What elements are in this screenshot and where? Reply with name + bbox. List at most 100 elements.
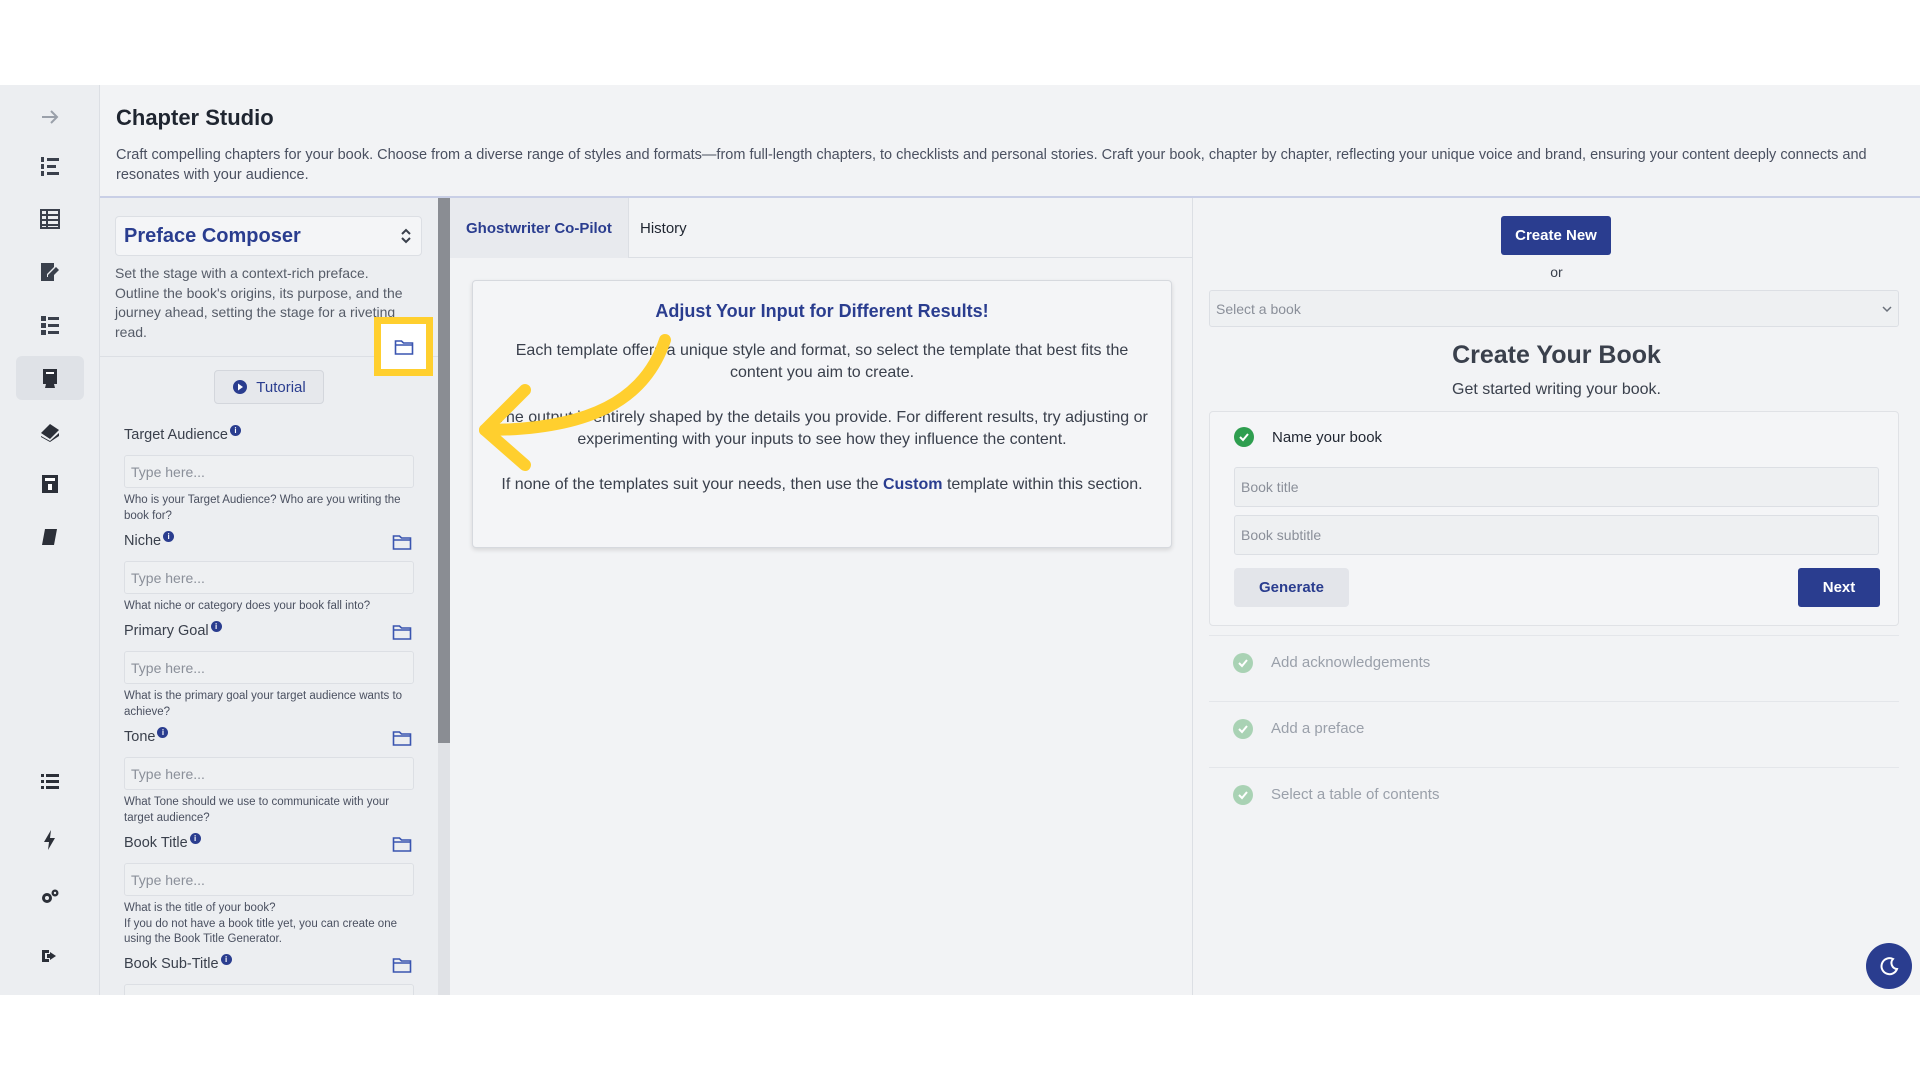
tutorial-highlight [374,317,433,376]
arrow-right-icon[interactable] [16,95,84,139]
sign-out-icon[interactable] [16,934,84,978]
book-subtitle-input[interactable] [124,984,414,995]
folder-icon[interactable] [394,338,414,356]
step-preface[interactable]: Add a preface [1209,701,1899,755]
tab-history[interactable]: History [624,198,703,258]
info-icon[interactable]: i [210,621,222,632]
select-book-placeholder: Select a book [1216,300,1301,317]
info-icon[interactable]: i [230,425,241,436]
or-separator: or [1550,264,1563,280]
checklist-icon[interactable] [16,303,84,347]
list-icon[interactable] [16,759,84,803]
target-audience-input[interactable] [124,455,414,488]
chat-widget-button[interactable] [1866,943,1912,989]
scrollbar-thumb[interactable] [438,198,450,743]
app-screen: Chapter Studio Craft compelling chapters… [0,85,1920,995]
text: If none of the templates suit your needs… [501,476,883,493]
table-icon[interactable] [16,197,84,241]
archive-icon[interactable] [16,462,84,506]
step-name-book: Name your book Generate Next [1209,411,1899,626]
generate-button[interactable]: Generate [1234,568,1349,607]
folder-icon[interactable] [392,623,412,641]
field-label: Book Title [124,835,188,851]
field-help: What is the primary goal your target aud… [124,690,403,718]
info-card-paragraph: The output is entirely shaped by the det… [496,409,1148,448]
step-label: Add acknowledgements [1271,654,1431,671]
field-label: Book Sub-Title [124,956,219,972]
step-label: Add a preface [1271,720,1365,737]
check-circle-icon [1234,427,1254,447]
field-label: Primary Goal [124,623,209,639]
check-circle-icon [1233,718,1253,739]
book-stand-icon[interactable] [16,356,84,400]
field-help: Who is your Target Audience? Who are you… [124,494,401,522]
next-button[interactable]: Next [1798,568,1880,607]
folder-icon[interactable] [392,729,412,747]
field-help: What Tone should we use to communicate w… [124,796,390,824]
folder-icon[interactable] [392,956,412,974]
info-icon[interactable]: i [163,531,175,542]
info-card-paragraph: Each template offers a unique style and … [515,342,1129,381]
field-label: Niche [124,533,162,549]
create-new-button[interactable]: Create New [1501,216,1611,255]
create-book-subtitle: Get started writing your book. [1452,381,1661,398]
book-title-input[interactable] [124,863,414,896]
tab-ghostwriter-copilot[interactable]: Ghostwriter Co-Pilot [450,198,629,258]
text: template within this section. [942,476,1143,493]
custom-template-link[interactable]: Custom [883,476,943,493]
composer-title: Preface Composer [124,224,301,247]
gears-icon[interactable] [16,876,84,920]
field-tone: Tonei What Tone should we use to communi… [124,727,414,826]
page-header: Chapter Studio Craft compelling chapters… [100,85,1920,198]
numbered-list-icon[interactable] [16,144,84,188]
composer-description: Set the stage with a context-rich prefac… [115,265,403,340]
field-help: What niche or category does your book fa… [124,600,371,612]
info-card-paragraph: If none of the templates suit your needs… [495,474,1149,496]
tutorial-label: Tutorial [256,378,306,396]
step-label: Select a table of contents [1271,786,1440,803]
page-title: Chapter Studio [116,105,274,130]
bolt-icon[interactable] [16,818,84,862]
highlight-box [381,324,426,369]
create-book-title: Create Your Book [1452,341,1661,369]
check-circle-icon [1233,784,1253,805]
field-label: Target Audience [124,427,228,443]
step-label: Name your book [1272,428,1383,446]
tab-bar: Ghostwriter Co-Pilot History [450,198,1193,258]
field-book-title: Book Titlei What is the title of your bo… [124,833,414,948]
field-target-audience: Target Audiencei Who is your Target Audi… [124,425,414,524]
primary-goal-input[interactable] [124,651,414,684]
field-niche: Nichei What niche or category does your … [124,531,414,615]
field-book-subtitle: Book Sub-Title i [124,954,414,995]
tutorial-button[interactable]: Tutorial [214,370,324,404]
info-icon[interactable]: i [157,727,169,738]
info-icon[interactable]: i [189,833,201,844]
copilot-panel: Ghostwriter Co-Pilot History Adjust Your… [450,198,1193,995]
tone-input[interactable] [124,757,414,790]
info-card: Adjust Your Input for Different Results!… [472,280,1172,548]
book-title-field[interactable] [1234,467,1879,507]
step-acknowledgements[interactable]: Add acknowledgements [1209,635,1899,689]
step-table-of-contents[interactable]: Select a table of contents [1209,767,1899,821]
info-card-title: Adjust Your Input for Different Results! [655,301,989,321]
chat-moon-icon [1880,957,1899,976]
niche-input[interactable] [124,561,414,594]
select-book-dropdown[interactable]: Select a book [1209,290,1899,327]
folder-icon[interactable] [392,533,412,551]
info-icon[interactable]: i [220,954,232,965]
play-circle-icon [233,380,248,394]
book-icon[interactable] [16,515,84,559]
step-header[interactable]: Name your book [1234,427,1382,447]
books-icon[interactable] [16,409,84,453]
page-description: Craft compelling chapters for your book.… [116,147,1867,183]
composer-select[interactable]: Preface Composer [115,216,422,256]
field-label: Tone [124,729,156,745]
edit-document-icon[interactable] [16,250,84,294]
sidebar [0,85,100,995]
field-help-extra: If you do not have a book title yet, you… [124,917,397,946]
folder-icon[interactable] [392,835,412,853]
create-book-panel: Create New or Select a book Create Your … [1193,198,1920,995]
field-help: What is the title of your book? [124,902,276,914]
check-circle-icon [1233,652,1253,673]
book-subtitle-field[interactable] [1234,515,1879,555]
